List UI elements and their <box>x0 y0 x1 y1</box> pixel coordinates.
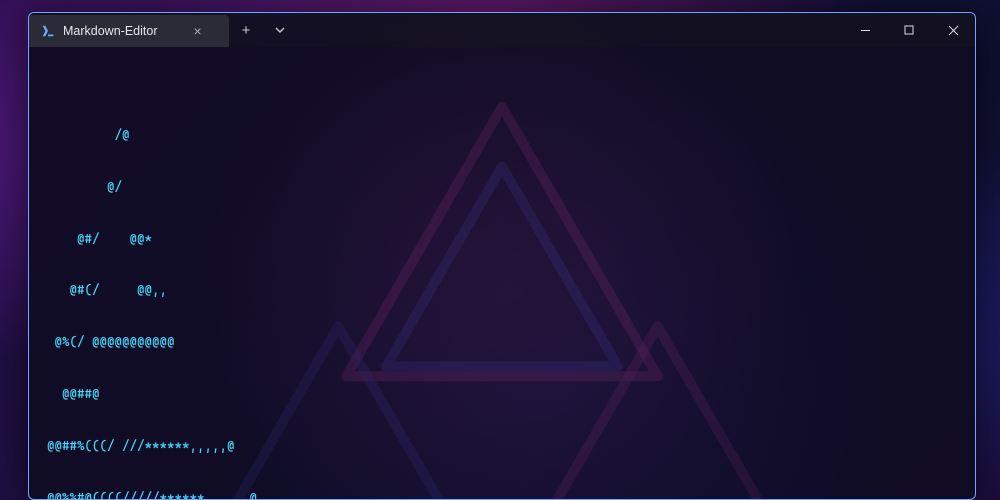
ascii-art-line: @%(/ @@@@@@@@@@@ <box>47 333 957 350</box>
terminal-body[interactable]: /@ @/ @#/ @@* @#(/ @@,, @%(/ @@@@@@@@@@@… <box>29 47 975 499</box>
maximize-button[interactable] <box>887 13 931 47</box>
ascii-art-line: @#(/ @@,, <box>47 281 957 298</box>
tab-dropdown-button[interactable] <box>263 13 297 47</box>
chevron-down-icon <box>275 25 285 35</box>
terminal-window: Markdown-Editor × + /@ @/ @#/ @@* @#( <box>28 12 976 500</box>
ascii-art-line: /@ <box>47 126 957 143</box>
powershell-icon <box>41 24 55 38</box>
ascii-art-line: @/ <box>47 178 957 195</box>
titlebar: Markdown-Editor × + <box>29 13 975 47</box>
tab-close-icon[interactable]: × <box>193 23 201 39</box>
close-window-button[interactable] <box>931 13 975 47</box>
new-tab-button[interactable]: + <box>229 13 263 47</box>
ascii-art-line: @@%%#@((((/////******,,,,,,@ <box>47 489 957 499</box>
ascii-art-line: @@##%(((/ ///******,,,,,@ <box>47 437 957 454</box>
ascii-art-line: @@##@ <box>47 385 957 402</box>
background-triangles <box>29 47 975 499</box>
minimize-button[interactable] <box>843 13 887 47</box>
ascii-art-line: @#/ @@* <box>47 230 957 247</box>
tab-markdown-editor[interactable]: Markdown-Editor × <box>29 15 229 47</box>
tab-title: Markdown-Editor <box>63 24 157 38</box>
